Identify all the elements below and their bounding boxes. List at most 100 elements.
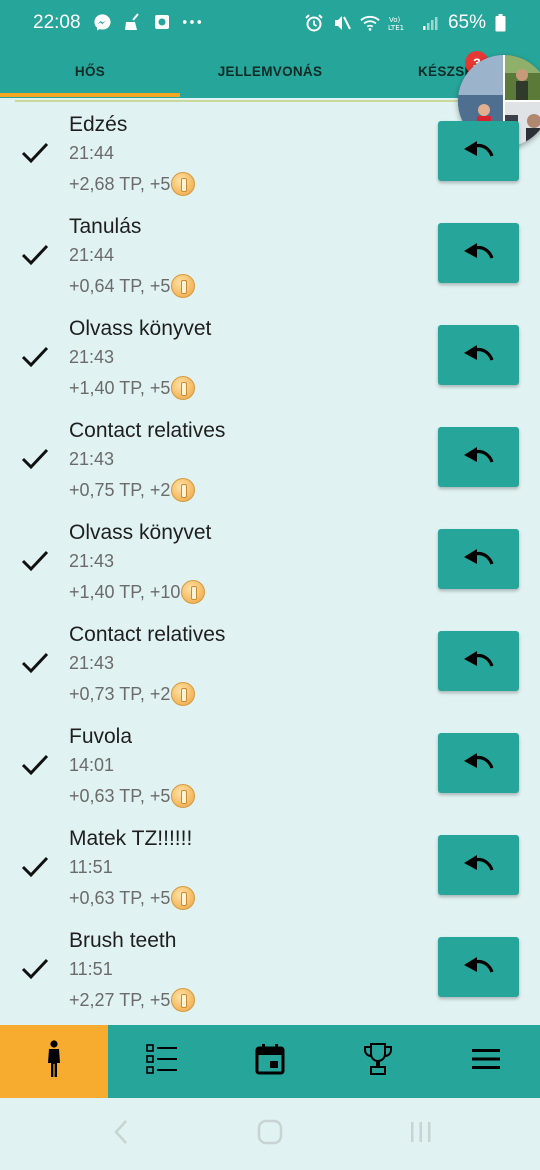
task-title: Fuvola: [69, 725, 133, 748]
history-row: Edzés 21:44 +2,68 TP, +5: [0, 113, 540, 215]
header-divider: [15, 100, 460, 102]
undo-button[interactable]: [438, 325, 519, 385]
wifi-icon: [360, 13, 380, 33]
menu-icon: [472, 1049, 500, 1074]
task-title: Olvass könyvet: [69, 317, 212, 340]
task-time: 11:51: [69, 959, 113, 979]
nav-calendar[interactable]: [216, 1025, 324, 1098]
svg-text:LTE1: LTE1: [388, 24, 404, 32]
task-time: 11:51: [69, 857, 113, 877]
undo-icon: [462, 343, 496, 368]
checklist-icon: [146, 1044, 178, 1079]
home-button[interactable]: [255, 1119, 285, 1150]
nav-menu[interactable]: [432, 1025, 540, 1098]
nav-hero[interactable]: [0, 1025, 108, 1098]
tab-traits[interactable]: JELLEMVONÁS: [180, 48, 360, 95]
checkmark-icon: [20, 956, 50, 982]
reward-text: +0,73 TP, +2: [69, 683, 171, 704]
reward-text: +1,40 TP, +5: [69, 377, 171, 398]
nav-tasks[interactable]: [108, 1025, 216, 1098]
undo-button[interactable]: [438, 223, 519, 283]
trophy-icon: [362, 1042, 394, 1081]
coin-icon: [181, 580, 206, 604]
tab-hero[interactable]: HŐS: [0, 48, 180, 95]
battery-icon: [494, 13, 506, 33]
undo-button[interactable]: [438, 835, 519, 895]
history-row: Contact relatives 21:43 +0,75 TP, +2: [0, 419, 540, 521]
coin-icon: [171, 478, 196, 502]
undo-icon: [462, 139, 496, 164]
broom-icon: [122, 12, 142, 32]
task-reward: +2,27 TP, +5: [69, 988, 196, 1012]
screen-record-icon: [152, 12, 172, 32]
undo-button[interactable]: [438, 529, 519, 589]
reward-text: +0,63 TP, +5: [69, 785, 171, 806]
back-icon: [113, 1119, 129, 1150]
messenger-icon: [92, 12, 112, 32]
checkmark-icon: [20, 344, 50, 370]
coin-icon: [171, 376, 196, 400]
task-reward: +0,64 TP, +5: [69, 274, 196, 298]
task-title: Olvass könyvet: [69, 521, 212, 544]
tab-hero-label: HŐS: [74, 64, 106, 79]
task-reward: +0,75 TP, +2: [69, 478, 196, 502]
coin-icon: [171, 886, 196, 910]
history-row: Brush teeth 11:51 +2,27 TP, +5: [0, 929, 540, 1031]
task-time: 21:44: [69, 143, 115, 163]
battery-level: 65%: [447, 12, 486, 33]
task-reward: +0,63 TP, +5: [69, 784, 196, 808]
history-row: Olvass könyvet 21:43 +1,40 TP, +10: [0, 521, 540, 623]
home-icon: [257, 1119, 283, 1150]
history-row: Olvass könyvet 21:43 +1,40 TP, +5: [0, 317, 540, 419]
hero-icon: [44, 1040, 64, 1083]
reward-text: +1,40 TP, +10: [69, 581, 181, 602]
mute-icon: [332, 13, 352, 33]
undo-icon: [462, 445, 496, 470]
history-row: Tanulás 21:44 +0,64 TP, +5: [0, 215, 540, 317]
svg-text:Vo): Vo): [389, 16, 401, 24]
status-time: 22:08: [33, 12, 81, 33]
calendar-icon: [255, 1043, 285, 1080]
history-row: Contact relatives 21:43 +0,73 TP, +2: [0, 623, 540, 725]
reward-text: +0,75 TP, +2: [69, 479, 171, 500]
undo-button[interactable]: [438, 733, 519, 793]
reward-text: +0,64 TP, +5: [69, 275, 171, 296]
undo-icon: [462, 241, 496, 266]
task-time: 21:43: [69, 551, 115, 571]
task-reward: +2,68 TP, +5: [69, 172, 196, 196]
undo-button[interactable]: [438, 631, 519, 691]
task-time: 21:43: [69, 653, 115, 673]
back-button[interactable]: [106, 1119, 136, 1150]
coin-icon: [171, 988, 196, 1012]
signal-icon: [420, 13, 440, 33]
checkmark-icon: [20, 242, 50, 268]
reward-text: +2,68 TP, +5: [69, 173, 171, 194]
nav-achievements[interactable]: [324, 1025, 432, 1098]
recents-icon: [408, 1120, 434, 1149]
undo-button[interactable]: [438, 121, 519, 181]
task-title: Edzés: [69, 113, 128, 136]
recents-button[interactable]: [406, 1120, 436, 1148]
task-reward: +1,40 TP, +10: [69, 580, 206, 604]
task-title: Matek TZ!!!!!!: [69, 827, 193, 850]
undo-button[interactable]: [438, 937, 519, 997]
undo-icon: [462, 649, 496, 674]
task-reward: +1,40 TP, +5: [69, 376, 196, 400]
reward-text: +2,27 TP, +5: [69, 989, 171, 1010]
checkmark-icon: [20, 650, 50, 676]
task-reward: +0,73 TP, +2: [69, 682, 196, 706]
status-bar: 22:08 Vo) LTE1 65%: [0, 0, 540, 48]
history-row: Fuvola 14:01 +0,63 TP, +5: [0, 725, 540, 827]
checkmark-icon: [20, 548, 50, 574]
history-row: Matek TZ!!!!!! 11:51 +0,63 TP, +5: [0, 827, 540, 929]
undo-icon: [462, 955, 496, 980]
undo-icon: [462, 547, 496, 572]
active-tab-indicator: [0, 93, 180, 97]
more-dots-icon: [182, 12, 202, 32]
coin-icon: [171, 784, 196, 808]
tab-traits-label: JELLEMVONÁS: [217, 64, 323, 79]
undo-button[interactable]: [438, 427, 519, 487]
coin-icon: [171, 172, 196, 196]
reward-text: +0,63 TP, +5: [69, 887, 171, 908]
task-time: 21:43: [69, 449, 115, 469]
